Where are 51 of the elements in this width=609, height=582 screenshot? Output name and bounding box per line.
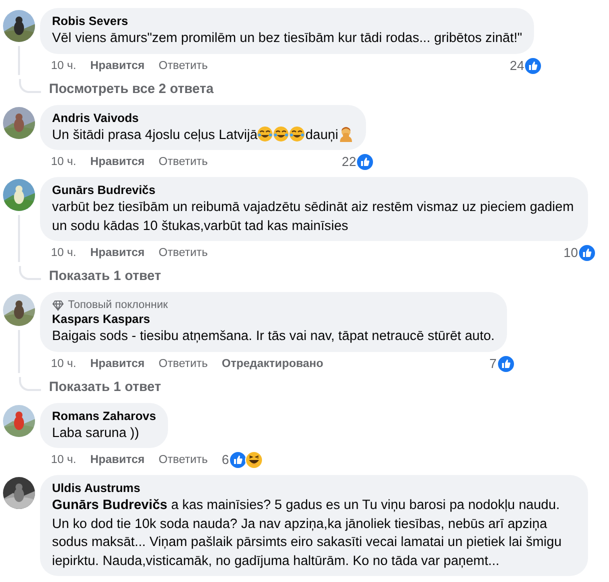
comment-text: Baigais sods - tiesibu atņemšana. Ir tās vai nav, tāpat netraucē stūrēt auto.: [52, 327, 495, 345]
like-link[interactable]: Нравится: [90, 244, 145, 262]
like-link[interactable]: Нравится: [90, 153, 145, 171]
like-reaction-icon: [578, 244, 596, 262]
author-name[interactable]: Robis Severs: [52, 14, 522, 29]
comment-time[interactable]: 10 ч.: [51, 451, 76, 469]
laughing-reaction-icon: [245, 451, 264, 469]
view-replies-link[interactable]: Посмотреть все 2 ответа: [49, 78, 214, 98]
reply-link[interactable]: Ответить: [158, 56, 208, 74]
like-reaction-icon: [524, 56, 542, 74]
laughing-emoji-icon: [273, 126, 290, 142]
author-name[interactable]: Kaspars Kaspars: [52, 312, 495, 327]
laughing-emoji-icon: [289, 126, 306, 142]
thread-curve: [19, 266, 41, 280]
author-name[interactable]: Andris Vaivods: [52, 110, 354, 126]
laughing-emoji-icon: [257, 126, 274, 142]
reply-link[interactable]: Ответить: [158, 354, 208, 372]
reply-link[interactable]: Ответить: [158, 153, 208, 171]
reply-link[interactable]: Ответить: [158, 451, 208, 469]
like-link[interactable]: Нравится: [90, 56, 145, 74]
edited-label: Отредактировано: [222, 356, 324, 372]
comment-time[interactable]: 10 ч.: [51, 56, 76, 74]
comment-time[interactable]: 10 ч.: [51, 244, 76, 262]
comment-text: Un šitādi prasa 4joslu ceļus Latvijā dauņi: [52, 126, 354, 144]
like-reaction-icon: [496, 354, 515, 372]
reaction-count[interactable]: 22: [342, 153, 356, 171]
reaction-count[interactable]: 7: [489, 354, 497, 372]
like-link[interactable]: Нравится: [90, 451, 145, 469]
comment-text: Laba saruna )): [52, 424, 140, 442]
comment-text: varbūt bez tiesībām un reibumā vajadzētu sēdināt aiz restēm vismaz uz pieciem gadiem un sodu kādas 10 štukas,varbūt tad kas mainīsies: [52, 198, 575, 234]
like-reaction-icon: [356, 153, 374, 171]
person-emoji-icon: [338, 126, 354, 142]
author-name[interactable]: Romans Zaharovs: [52, 408, 156, 424]
comment-time[interactable]: 10 ч.: [51, 354, 76, 372]
view-replies-link[interactable]: Показать 1 ответ: [49, 266, 162, 286]
view-replies-link[interactable]: Показать 1 ответ: [49, 376, 162, 396]
reaction-count[interactable]: 24: [510, 56, 524, 74]
author-name[interactable]: Uldis Austrums: [52, 481, 576, 496]
comment-text: Vēl viens āmurs"zem promilēm un bez tiesībām kur tādi rodas... gribētos zināt!": [52, 29, 522, 47]
reaction-count[interactable]: 6: [222, 451, 230, 469]
badge-label: Топовый поклонник: [68, 298, 168, 312]
thread-curve: [19, 78, 41, 92]
reply-link[interactable]: Ответить: [158, 244, 208, 262]
like-reaction-icon: [229, 451, 248, 469]
author-name[interactable]: Gunārs Budrevičs: [52, 183, 576, 198]
diamond-icon: [52, 300, 64, 310]
comment-text: Gunārs Budrevičs a kas mainīsies? 5 gadus es un Tu viņu barosi pa nodokļu naudu. Un ko dod tie 10k soda nauda? Ja nav apziņa,ka jānoliek tiesības, nebūs arī apziņa sodus maksāt... Viņam pašlaik pārsimts eiro sakasīti vecai lamatai un pietiek lai šmigu iepirktu. Nauda,visticamāk, no gadījuma haltūrām. Ko no tāda var paņemt...: [52, 496, 563, 570]
comment-time[interactable]: 10 ч.: [51, 153, 76, 171]
thread-curve: [19, 376, 41, 390]
reaction-count[interactable]: 10: [564, 244, 578, 262]
like-link[interactable]: Нравится: [90, 354, 145, 372]
